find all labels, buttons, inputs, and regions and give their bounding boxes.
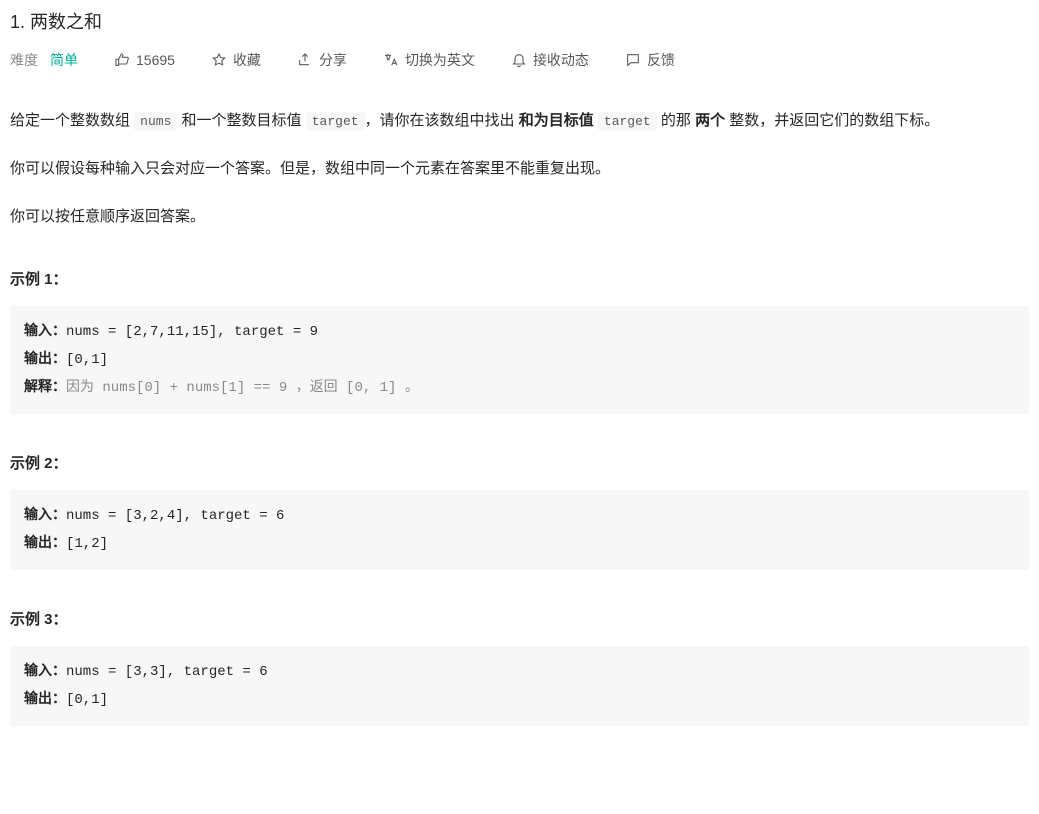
- star-icon: [211, 52, 227, 68]
- output-label: 输出：: [24, 352, 66, 368]
- example-3-block: 输入：nums = [3,3], target = 6 输出：[0,1]: [10, 646, 1029, 726]
- favorite-button[interactable]: 收藏: [211, 49, 261, 71]
- example-2-block: 输入：nums = [3,2,4], target = 6 输出：[1,2]: [10, 490, 1029, 570]
- like-button[interactable]: 15695: [114, 49, 175, 71]
- text: 整数，并返回它们的数组下标。: [725, 112, 939, 129]
- thumbs-up-icon: [114, 52, 130, 68]
- input-label: 输入：: [24, 324, 66, 340]
- example-1-explain-dim: 返回: [310, 380, 338, 396]
- example-1-heading: 示例 1：: [10, 268, 1029, 292]
- feedback-button[interactable]: 反馈: [625, 49, 675, 71]
- example-1-explain-a: 因为 nums[0] + nums[1] == 9 ，: [66, 380, 310, 396]
- bell-icon: [511, 52, 527, 68]
- problem-title: 1. 两数之和: [10, 8, 1029, 37]
- share-label: 分享: [319, 49, 347, 71]
- example-2-output: [1,2]: [66, 536, 108, 552]
- feedback-icon: [625, 52, 641, 68]
- favorite-label: 收藏: [233, 49, 261, 71]
- example-2-heading: 示例 2：: [10, 452, 1029, 476]
- subscribe-label: 接收动态: [533, 49, 589, 71]
- text: 给定一个整数数组: [10, 112, 134, 129]
- description-p2: 你可以假设每种输入只会对应一个答案。但是，数组中同一个元素在答案里不能重复出现。: [10, 155, 1029, 183]
- code-nums: nums: [134, 112, 177, 131]
- example-1-block: 输入：nums = [2,7,11,15], target = 9 输出：[0,…: [10, 306, 1029, 414]
- text: 和一个整数目标值: [177, 112, 305, 129]
- problem-description: 给定一个整数数组 nums 和一个整数目标值 target，请你在该数组中找出 …: [10, 107, 1029, 230]
- difficulty: 难度 简单: [10, 49, 78, 71]
- like-count: 15695: [136, 49, 175, 71]
- description-p3: 你可以按任意顺序返回答案。: [10, 203, 1029, 231]
- example-3-output: [0,1]: [66, 692, 108, 708]
- share-icon: [297, 52, 313, 68]
- input-label: 输入：: [24, 664, 66, 680]
- example-3-input: nums = [3,3], target = 6: [66, 664, 268, 680]
- explain-label: 解释：: [24, 380, 66, 396]
- bold-sum: 和为目标值: [519, 112, 594, 129]
- share-button[interactable]: 分享: [297, 49, 347, 71]
- description-p1: 给定一个整数数组 nums 和一个整数目标值 target，请你在该数组中找出 …: [10, 107, 1029, 135]
- output-label: 输出：: [24, 536, 66, 552]
- switch-language-label: 切换为英文: [405, 49, 475, 71]
- code-target-2: target: [598, 112, 657, 131]
- feedback-label: 反馈: [647, 49, 675, 71]
- example-2-input: nums = [3,2,4], target = 6: [66, 508, 284, 524]
- difficulty-label: 难度: [10, 49, 38, 71]
- bold-two: 两个: [695, 112, 725, 129]
- example-1-input: nums = [2,7,11,15], target = 9: [66, 324, 318, 340]
- switch-language-button[interactable]: 切换为英文: [383, 49, 475, 71]
- example-1-explain-b: [0, 1] 。: [338, 380, 419, 396]
- input-label: 输入：: [24, 508, 66, 524]
- text: 的那: [657, 112, 695, 129]
- meta-row: 难度 简单 15695 收藏 分享 切换为英文 接收动态: [10, 49, 1029, 71]
- subscribe-button[interactable]: 接收动态: [511, 49, 589, 71]
- text: ，请你在该数组中找出: [365, 112, 519, 129]
- code-target: target: [306, 112, 365, 131]
- example-1-output: [0,1]: [66, 352, 108, 368]
- translate-icon: [383, 52, 399, 68]
- example-3-heading: 示例 3：: [10, 608, 1029, 632]
- difficulty-value: 简单: [50, 49, 78, 71]
- output-label: 输出：: [24, 692, 66, 708]
